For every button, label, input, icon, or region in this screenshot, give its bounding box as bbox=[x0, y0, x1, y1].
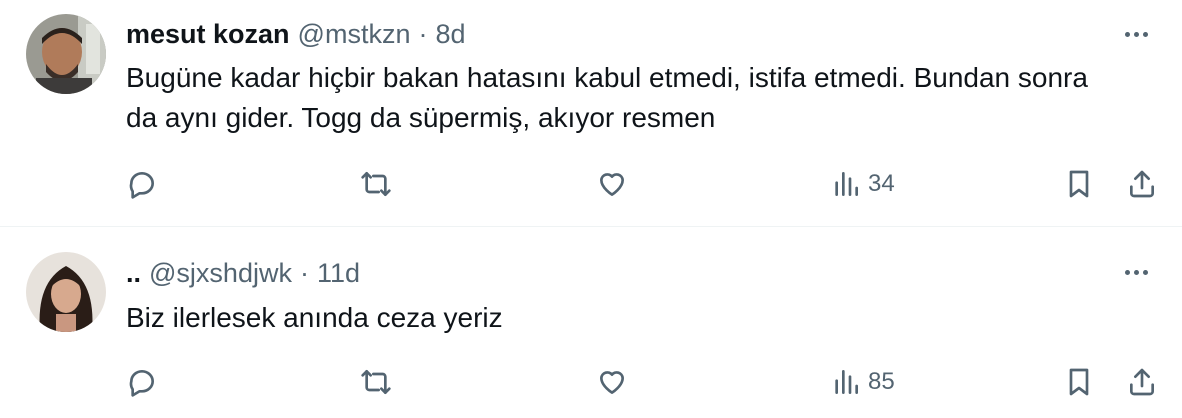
views-button[interactable]: 85 bbox=[830, 360, 895, 404]
like-icon bbox=[600, 371, 624, 394]
reply-button[interactable] bbox=[126, 360, 158, 404]
tweet[interactable]: .. @sjxshdjwk · 11d Biz ilerlesek anında… bbox=[0, 0, 1182, 418]
retweet-icon bbox=[361, 370, 391, 394]
like-button[interactable] bbox=[596, 360, 628, 404]
views-icon bbox=[835, 370, 858, 394]
avatar[interactable] bbox=[26, 252, 106, 332]
tweet-header: .. @sjxshdjwk · 11d bbox=[126, 253, 360, 293]
views-count: 85 bbox=[868, 368, 895, 395]
timestamp[interactable]: 11d bbox=[317, 258, 360, 289]
reply-icon bbox=[129, 370, 154, 397]
share-button[interactable] bbox=[1126, 360, 1158, 404]
more-icon[interactable] bbox=[1116, 252, 1156, 292]
bookmark-button[interactable] bbox=[1063, 360, 1095, 404]
separator-dot: · bbox=[299, 257, 309, 288]
tweet-text: Biz ilerlesek anında ceza yeriz bbox=[126, 302, 503, 333]
share-icon bbox=[1130, 368, 1154, 396]
display-name[interactable]: .. bbox=[126, 258, 141, 289]
retweet-button[interactable] bbox=[360, 360, 392, 404]
username[interactable]: @sjxshdjwk bbox=[149, 258, 292, 289]
bookmark-icon bbox=[1069, 368, 1089, 396]
action-bar: 85 bbox=[0, 360, 1182, 404]
